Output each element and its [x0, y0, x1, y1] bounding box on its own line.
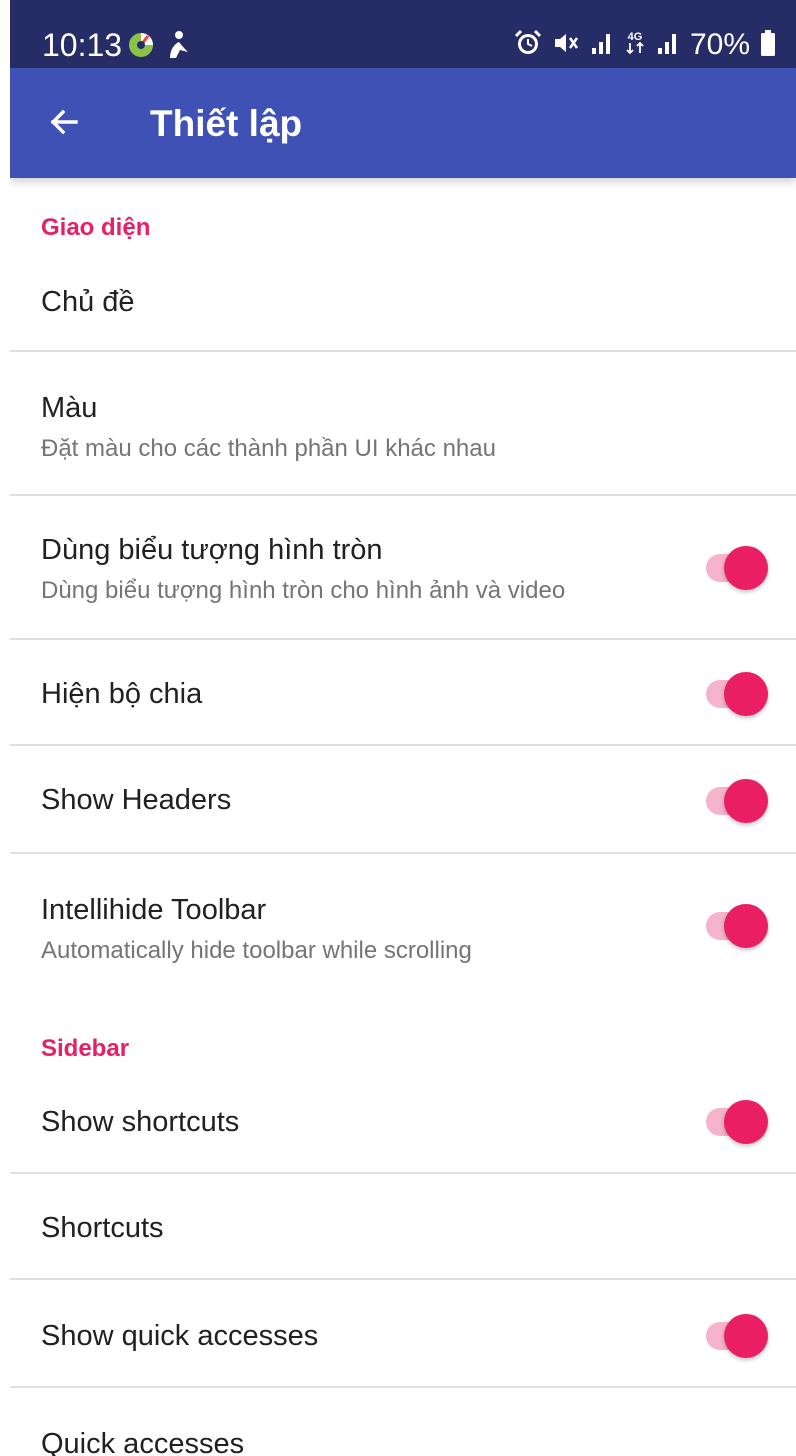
battery-icon: [760, 29, 776, 62]
app-bar: Thiết lập: [10, 68, 796, 178]
show-headers-switch[interactable]: [704, 779, 768, 823]
section-header-appearance: Giao diện: [41, 214, 151, 241]
alarm-icon: [514, 29, 542, 62]
setting-show-quick-accesses[interactable]: Show quick accesses: [10, 1280, 796, 1388]
setting-title: Intellihide Toolbar: [41, 894, 267, 926]
setting-quick-accesses[interactable]: Quick accesses: [10, 1388, 796, 1456]
setting-title: Show shortcuts: [41, 1106, 240, 1138]
setting-circular-icons[interactable]: Dùng biểu tượng hình tròn Dùng biểu tượn…: [10, 496, 796, 640]
svg-text:4G: 4G: [628, 31, 643, 43]
setting-title: Màu: [41, 392, 98, 424]
circular-icons-switch[interactable]: [704, 546, 768, 590]
setting-title: Shortcuts: [41, 1212, 164, 1244]
status-right-icons: 4G 70%: [514, 27, 776, 63]
setting-show-dividers[interactable]: Hiện bộ chia: [10, 640, 796, 746]
status-left-icons: [126, 30, 190, 65]
page-title: Thiết lập: [150, 103, 303, 144]
switch-thumb: [724, 672, 768, 716]
status-time: 10:13: [42, 27, 123, 63]
setting-title: Quick accesses: [41, 1428, 245, 1456]
switch-thumb: [724, 1100, 768, 1144]
app-notification-icon: [126, 30, 156, 65]
arrow-back-icon: [48, 106, 80, 143]
status-bar: 10:13 4G 70%: [10, 0, 796, 68]
show-dividers-switch[interactable]: [704, 672, 768, 716]
signal-icon: [590, 30, 614, 61]
setting-shortcuts[interactable]: Shortcuts: [10, 1174, 796, 1280]
setting-show-shortcuts[interactable]: Show shortcuts: [10, 1068, 796, 1174]
mute-icon: [552, 29, 580, 62]
setting-title: Show Headers: [41, 784, 232, 816]
switch-thumb: [724, 546, 768, 590]
setting-summary: Dùng biểu tượng hình tròn cho hình ảnh v…: [41, 577, 566, 604]
battery-percent: 70%: [689, 28, 750, 61]
setting-show-headers[interactable]: Show Headers: [10, 746, 796, 854]
4g-icon: 4G: [624, 29, 646, 62]
intellihide-switch[interactable]: [704, 904, 768, 948]
setting-theme[interactable]: Chủ đề: [10, 254, 796, 352]
person-icon: [166, 30, 190, 65]
section-header-sidebar: Sidebar: [41, 1035, 130, 1062]
setting-title: Show quick accesses: [41, 1320, 319, 1352]
setting-color[interactable]: Màu Đặt màu cho các thành phần UI khác n…: [10, 352, 796, 496]
switch-thumb: [724, 904, 768, 948]
switch-thumb: [724, 779, 768, 823]
switch-thumb: [724, 1314, 768, 1358]
show-shortcuts-switch[interactable]: [704, 1100, 768, 1144]
settings-screen: 10:13 4G 70% Thiết lập Giao diện Chủ đề …: [10, 0, 796, 1456]
setting-summary: Đặt màu cho các thành phần UI khác nhau: [41, 435, 496, 462]
setting-title: Hiện bộ chia: [41, 678, 203, 710]
setting-title: Dùng biểu tượng hình tròn: [41, 534, 383, 566]
signal-icon: [656, 30, 680, 61]
setting-title: Chủ đề: [41, 286, 135, 318]
setting-summary: Automatically hide toolbar while scrolli…: [41, 937, 472, 964]
show-quick-accesses-switch[interactable]: [704, 1314, 768, 1358]
setting-intellihide-toolbar[interactable]: Intellihide Toolbar Automatically hide t…: [10, 854, 796, 994]
back-button[interactable]: [36, 96, 92, 152]
